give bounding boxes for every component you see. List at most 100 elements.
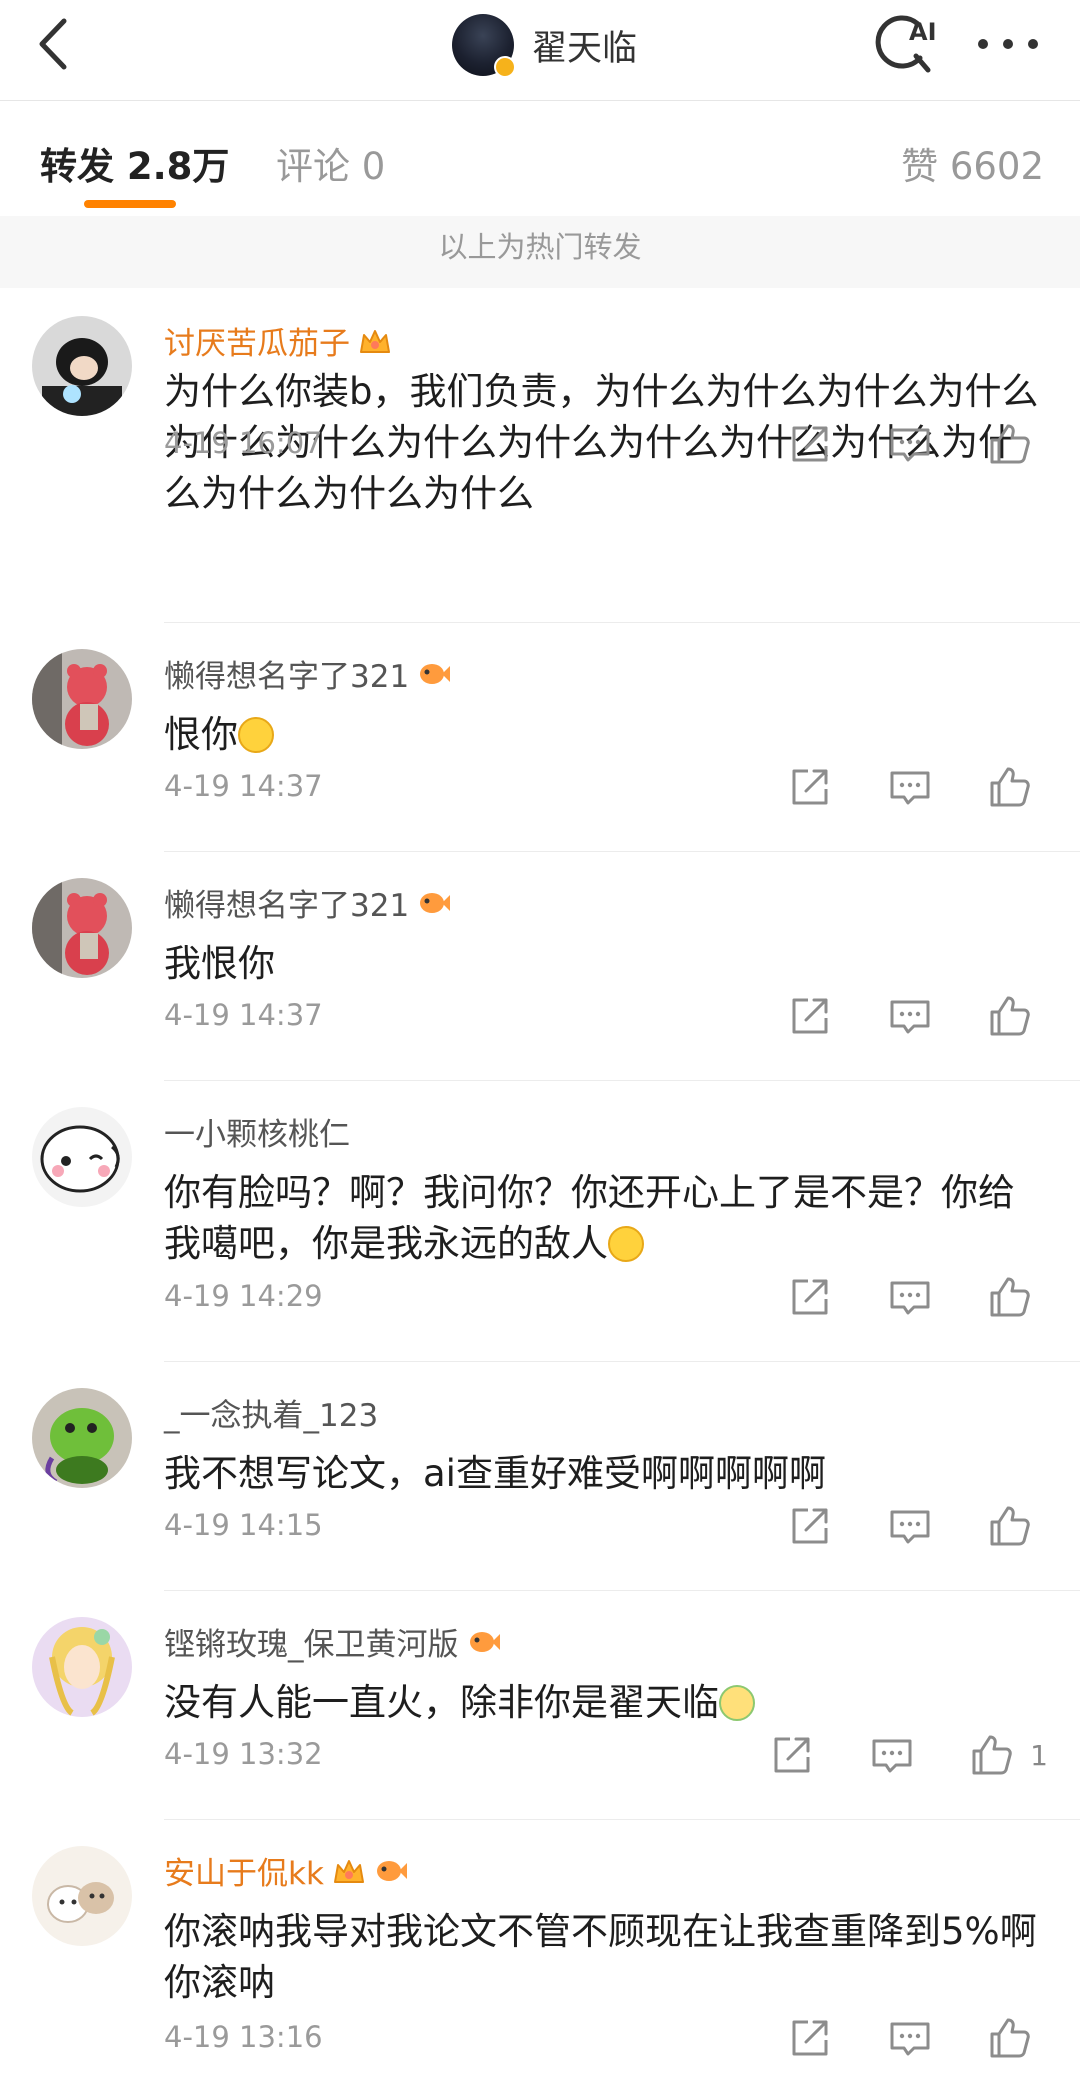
page-title: 翟天临 xyxy=(532,28,638,69)
verified-badge-icon xyxy=(494,56,516,78)
thumbs-up-icon xyxy=(986,763,1034,811)
like-button[interactable] xyxy=(986,1273,1048,1321)
avatar[interactable] xyxy=(452,14,516,78)
share-button[interactable] xyxy=(786,1502,834,1550)
comment-button[interactable] xyxy=(886,1273,934,1321)
comment-text: 没有人能一直火，除非你是翟天临 xyxy=(164,1677,1044,1728)
comment-button[interactable] xyxy=(886,2014,934,2062)
section-header-text: 以上为热门转发 xyxy=(438,230,642,264)
username-text: 懒得想名字了321 xyxy=(164,888,410,924)
share-button[interactable] xyxy=(786,1273,834,1321)
comment-button[interactable] xyxy=(886,420,934,468)
list-item: 铿锵玫瑰_保卫黄河版 没有人能一直火，除非你是翟天临 4-19 13:32 1 xyxy=(0,1591,1080,1819)
avatar[interactable] xyxy=(32,1388,132,1488)
share-button[interactable] xyxy=(768,1731,816,1779)
share-icon xyxy=(792,1279,828,1315)
list-item: 懒得想名字了321 恨你 4-19 14:37 xyxy=(0,623,1080,851)
thumbs-up-icon xyxy=(986,1502,1034,1550)
list-item: 一小颗核桃仁 你有脸吗？啊？我问你？你还开心上了是不是？你给我噶吧，你是我永远的… xyxy=(0,1081,1080,1361)
like-button[interactable] xyxy=(986,1502,1048,1550)
comment-text-content: 恨你 xyxy=(164,713,238,756)
thumbs-up-icon xyxy=(986,992,1034,1040)
username[interactable]: _一念执着_123 xyxy=(164,1390,378,1435)
more-options-button[interactable] xyxy=(978,24,1038,64)
top-navigation-bar: 翟天临 AI xyxy=(0,0,1080,100)
comment-text-content: 你有脸吗？啊？我问你？你还开心上了是不是？你给我噶吧，你是我永远的敌人 xyxy=(164,1171,1015,1265)
timestamp: 4-19 14:29 xyxy=(164,1279,323,1313)
comment-text: 你有脸吗？啊？我问你？你还开心上了是不是？你给我噶吧，你是我永远的敌人 xyxy=(164,1167,1044,1269)
avatar[interactable] xyxy=(32,1617,132,1717)
fish-icon xyxy=(420,663,451,684)
share-icon xyxy=(792,998,828,1034)
like-button[interactable] xyxy=(986,992,1048,1040)
share-button[interactable] xyxy=(786,763,834,811)
timestamp: 4-19 14:37 xyxy=(164,998,323,1032)
action-bar xyxy=(734,992,1048,1040)
comment-text: 恨你 xyxy=(164,709,1044,760)
timestamp: 4-19 14:37 xyxy=(164,769,323,803)
tab-repost[interactable]: 转发 2.8万 xyxy=(40,136,229,190)
ai-label: AI xyxy=(909,18,937,46)
share-button[interactable] xyxy=(786,420,834,468)
like-button[interactable]: 1 xyxy=(968,1731,1048,1779)
smile-emoji-icon xyxy=(238,717,274,753)
hot-section-header: 以上为热门转发 xyxy=(0,216,1080,288)
profile-title[interactable]: 翟天临 xyxy=(452,14,638,78)
avatar[interactable] xyxy=(32,649,132,749)
comment-button[interactable] xyxy=(886,1502,934,1550)
like-button[interactable] xyxy=(986,420,1048,468)
username-text: 讨厌苦瓜茄子 xyxy=(164,326,350,362)
avatar[interactable] xyxy=(32,1846,132,1946)
comment-text: 你滚呐我导对我论文不管不顾现在让我查重降到5%啊你滚呐 xyxy=(164,1910,1037,2004)
username[interactable]: 讨厌苦瓜茄子 xyxy=(164,318,392,363)
timestamp: 4-19 13:16 xyxy=(164,2020,323,2054)
crown-icon xyxy=(333,1859,364,1883)
avatar[interactable] xyxy=(32,878,132,978)
comment-icon xyxy=(890,2022,930,2056)
thumbs-up-icon xyxy=(986,420,1034,468)
comment-icon xyxy=(890,1281,930,1315)
thumbs-up-icon xyxy=(986,1273,1034,1321)
tab-like[interactable]: 赞 6602 xyxy=(901,136,1044,190)
share-button[interactable] xyxy=(786,2014,834,2062)
timestamp: 4-19 14:15 xyxy=(164,1508,323,1542)
like-button[interactable] xyxy=(986,2014,1048,2062)
action-bar xyxy=(734,420,1048,468)
fish-icon xyxy=(376,1860,407,1881)
fish-icon xyxy=(420,892,451,913)
avatar[interactable] xyxy=(32,316,132,416)
ai-search-button[interactable]: AI xyxy=(872,10,940,76)
avatar[interactable] xyxy=(32,1107,132,1207)
tab-comment[interactable]: 评论 0 xyxy=(276,136,385,190)
username-text: 一小颗核桃仁 xyxy=(164,1117,350,1153)
list-item: 讨厌苦瓜茄子 为什么你装b，我们负责，为什么为什么为什么为什么为什么为什么为什么… xyxy=(0,288,1080,623)
like-button[interactable] xyxy=(986,763,1048,811)
fish-icon xyxy=(469,1631,500,1652)
share-icon xyxy=(792,426,828,462)
list-item: _一念执着_123 我不想写论文，ai查重好难受啊啊啊啊啊 4-19 14:15 xyxy=(0,1362,1080,1590)
username[interactable]: 铿锵玫瑰_保卫黄河版 xyxy=(164,1619,501,1664)
comment-text: 我恨你 xyxy=(164,942,275,985)
comment-icon xyxy=(890,1000,930,1034)
smile-emoji-icon xyxy=(608,1226,644,1262)
username[interactable]: 安山于侃kk xyxy=(164,1848,408,1893)
crown-icon xyxy=(360,329,390,353)
share-icon xyxy=(792,1508,828,1544)
comment-button[interactable] xyxy=(868,1731,916,1779)
thumbs-up-icon xyxy=(968,1731,1016,1779)
username-text: 懒得想名字了321 xyxy=(164,659,410,695)
username[interactable]: 懒得想名字了321 xyxy=(164,880,451,925)
tab-bar: 转发 2.8万 评论 0 赞 6602 xyxy=(0,100,1080,215)
username[interactable]: 懒得想名字了321 xyxy=(164,651,451,696)
comment-button[interactable] xyxy=(886,763,934,811)
share-button[interactable] xyxy=(786,992,834,1040)
like-count: 1 xyxy=(1030,1738,1048,1772)
username[interactable]: 一小颗核桃仁 xyxy=(164,1109,350,1154)
action-bar xyxy=(734,1273,1048,1321)
comment-button[interactable] xyxy=(886,992,934,1040)
action-bar: 1 xyxy=(716,1731,1048,1779)
share-icon xyxy=(792,769,828,805)
action-bar xyxy=(734,763,1048,811)
thumbs-up-icon xyxy=(986,2014,1034,2062)
back-button[interactable] xyxy=(28,14,78,74)
